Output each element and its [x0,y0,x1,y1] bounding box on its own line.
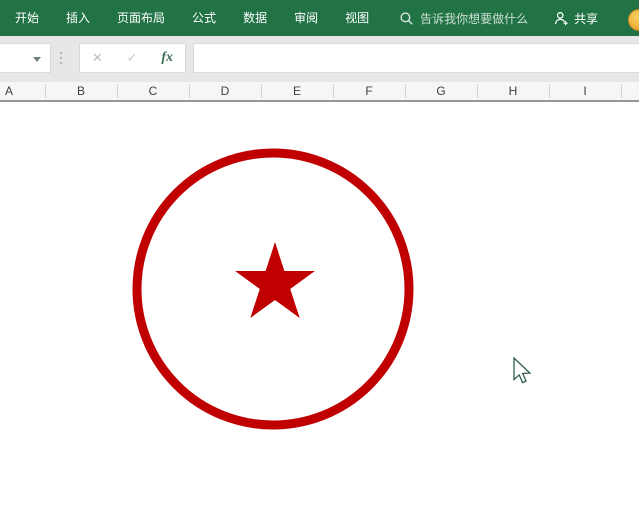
excel-window: 开始 插入 页面布局 公式 数据 审阅 视图 告诉我你想要做什么 共享 ✕ ✓ … [0,0,639,520]
ribbon-tab-bar: 开始 插入 页面布局 公式 数据 审阅 视图 告诉我你想要做什么 共享 [0,0,639,36]
tab-page-layout[interactable]: 页面布局 [117,0,165,36]
column-header-E[interactable]: E [293,82,301,100]
column-header-A[interactable]: A [5,82,13,100]
tab-data[interactable]: 数据 [243,0,267,36]
column-header-separator [117,84,118,98]
tab-home[interactable]: 开始 [15,0,39,36]
column-header-separator [189,84,190,98]
account-avatar-icon[interactable] [628,9,639,31]
search-placeholder-label: 告诉我你想要做什么 [420,11,529,26]
tell-me-search[interactable]: 告诉我你想要做什么 [400,10,528,27]
column-header-separator [45,84,46,98]
star-shape[interactable] [235,242,315,318]
name-box[interactable] [0,43,51,73]
column-header-C[interactable]: C [149,82,158,100]
column-header-separator [405,84,406,98]
tab-formulas[interactable]: 公式 [192,0,216,36]
column-headers: A B C D E F G H I [0,82,639,102]
column-header-D[interactable]: D [221,82,230,100]
person-plus-icon [554,11,568,25]
share-label: 共享 [574,11,599,26]
column-header-B[interactable]: B [77,82,85,100]
enter-icon[interactable]: ✓ [127,50,138,66]
cancel-icon[interactable]: ✕ [92,50,103,66]
column-header-separator [621,84,622,98]
ribbon-tabs: 开始 插入 页面布局 公式 数据 审阅 视图 [15,0,369,36]
share-button[interactable]: 共享 [554,10,598,27]
column-header-separator [477,84,478,98]
tab-view[interactable]: 视图 [345,0,369,36]
formula-bar-row: ✕ ✓ fx [0,36,639,82]
formula-bar-grip-icon [60,43,62,73]
column-header-F[interactable]: F [365,82,372,100]
column-header-separator [261,84,262,98]
insert-function-button[interactable]: fx [161,50,173,66]
tab-insert[interactable]: 插入 [66,0,90,36]
formula-input[interactable] [193,43,639,73]
drawn-shapes-layer [132,148,414,430]
worksheet-canvas[interactable] [0,102,639,520]
column-header-H[interactable]: H [509,82,518,100]
tab-review[interactable]: 审阅 [294,0,318,36]
column-header-separator [333,84,334,98]
column-header-separator [549,84,550,98]
search-icon [400,11,413,25]
column-header-G[interactable]: G [436,82,445,100]
formula-buttons-box: ✕ ✓ fx [79,43,186,73]
chevron-down-icon[interactable] [33,57,41,62]
column-header-I[interactable]: I [583,82,586,100]
